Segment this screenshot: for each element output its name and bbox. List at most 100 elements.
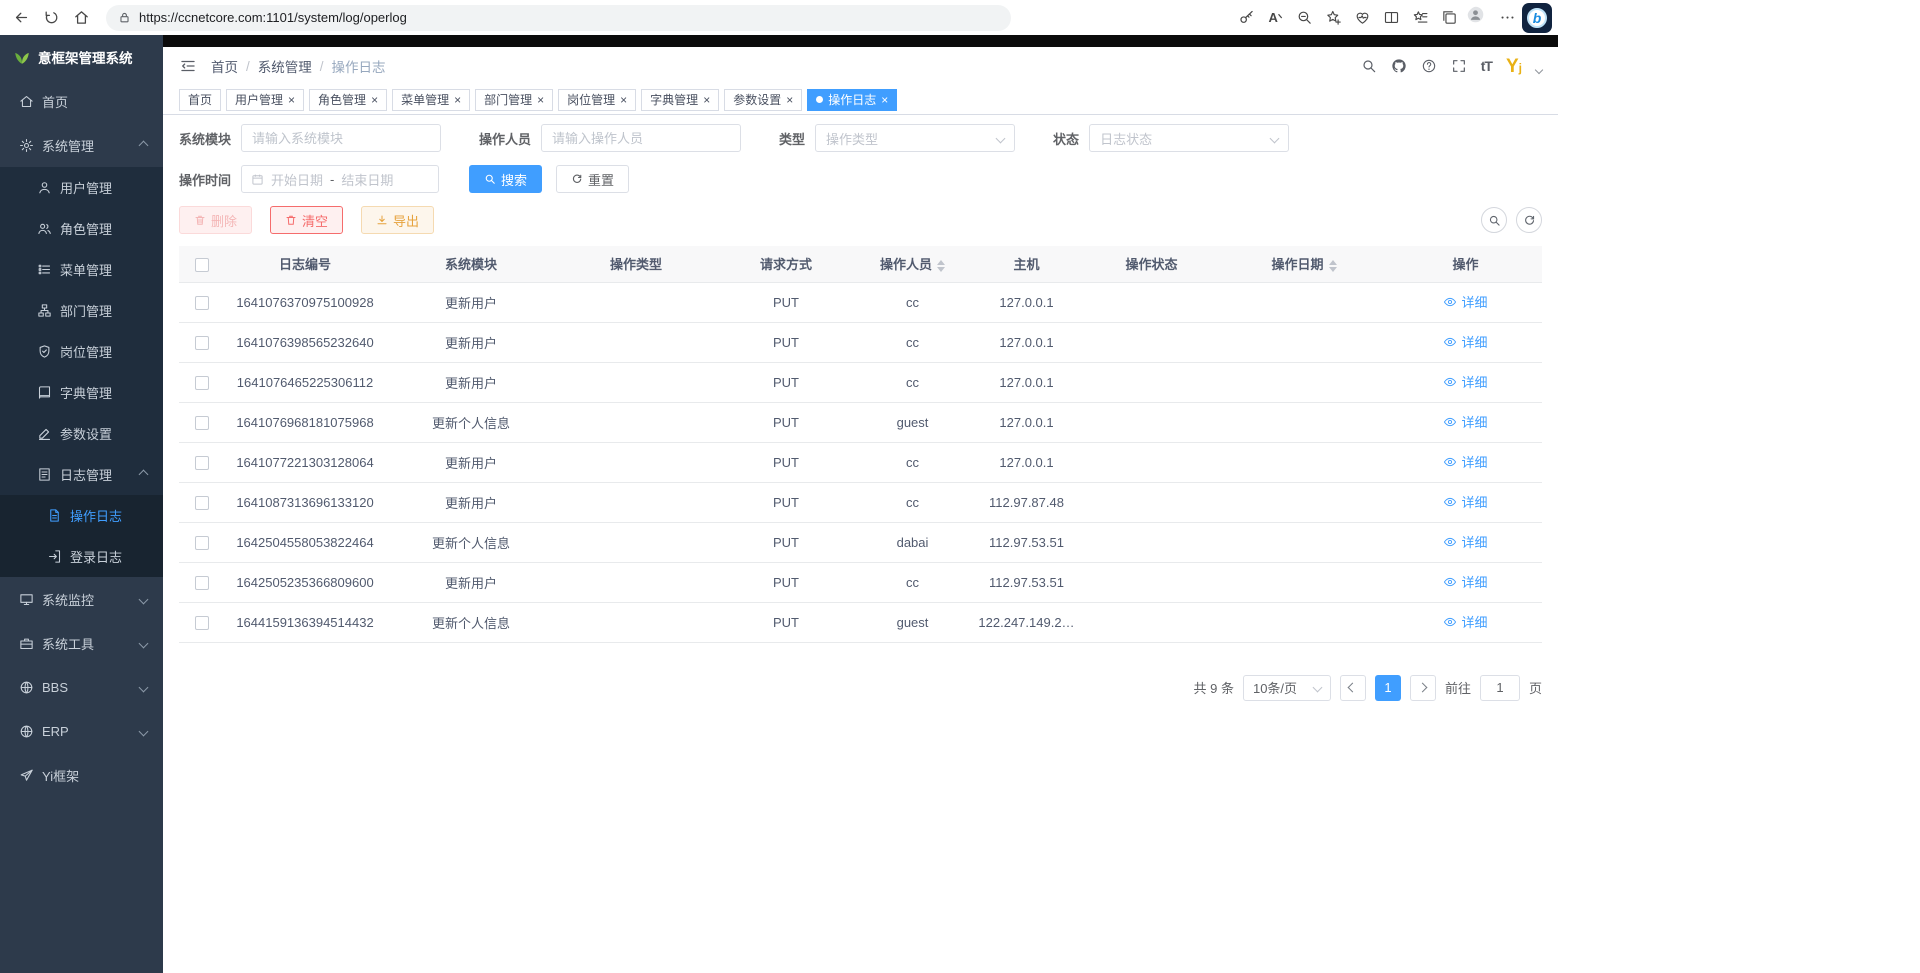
goto-page-input[interactable] bbox=[1480, 675, 1520, 701]
sidebar-toggle-icon[interactable] bbox=[179, 57, 197, 75]
more-options-icon[interactable] bbox=[1493, 3, 1522, 33]
search-button[interactable]: 搜索 bbox=[469, 165, 542, 193]
row-checkbox[interactable] bbox=[195, 296, 209, 310]
tab-operlog[interactable]: 操作日志× bbox=[807, 89, 897, 111]
password-key-icon[interactable] bbox=[1232, 3, 1261, 33]
row-checkbox[interactable] bbox=[195, 336, 209, 350]
col-operator[interactable]: 操作人员 bbox=[856, 246, 969, 282]
row-checkbox[interactable] bbox=[195, 576, 209, 590]
page-size-select[interactable]: 10条/页 bbox=[1243, 675, 1331, 701]
sidebar-item-monitor[interactable]: 系统监控 bbox=[0, 577, 163, 621]
operator-input[interactable] bbox=[541, 124, 741, 152]
row-checkbox[interactable] bbox=[195, 616, 209, 630]
font-size-icon[interactable]: tT bbox=[1481, 58, 1492, 74]
breadcrumb-item[interactable]: 系统管理 bbox=[258, 56, 312, 76]
sidebar-item-param[interactable]: 参数设置 bbox=[0, 413, 163, 454]
prev-page-button[interactable] bbox=[1340, 675, 1366, 701]
sidebar-item-home[interactable]: 首页 bbox=[0, 79, 163, 123]
row-checkbox[interactable] bbox=[195, 456, 209, 470]
user-avatar[interactable]: Yj bbox=[1506, 57, 1522, 76]
fullscreen-icon[interactable] bbox=[1451, 58, 1467, 74]
help-icon[interactable] bbox=[1421, 58, 1437, 74]
home-icon[interactable] bbox=[66, 3, 96, 33]
close-icon[interactable]: × bbox=[288, 94, 295, 106]
delete-button[interactable]: 删除 bbox=[179, 206, 252, 234]
detail-link[interactable]: 详细 bbox=[1443, 532, 1487, 551]
sidebar-item-yiframe[interactable]: Yi框架 bbox=[0, 753, 163, 797]
sidebar-item-bbs[interactable]: BBS bbox=[0, 665, 163, 709]
refresh-icon[interactable] bbox=[36, 3, 66, 33]
close-icon[interactable]: × bbox=[371, 94, 378, 106]
breadcrumb-item[interactable]: 首页 bbox=[211, 56, 238, 76]
close-icon[interactable]: × bbox=[786, 94, 793, 106]
sort-icon[interactable] bbox=[1329, 260, 1337, 272]
sidebar-item-erp[interactable]: ERP bbox=[0, 709, 163, 753]
close-icon[interactable]: × bbox=[703, 94, 710, 106]
close-icon[interactable]: × bbox=[620, 94, 627, 106]
sidebar-item-role[interactable]: 角色管理 bbox=[0, 208, 163, 249]
tab-dict[interactable]: 字典管理× bbox=[641, 89, 719, 111]
sidebar-item-dict[interactable]: 字典管理 bbox=[0, 372, 163, 413]
module-input[interactable] bbox=[241, 124, 441, 152]
clear-button[interactable]: 清空 bbox=[270, 206, 343, 234]
export-button[interactable]: 导出 bbox=[361, 206, 434, 234]
detail-link[interactable]: 详细 bbox=[1443, 452, 1487, 471]
sort-icon[interactable] bbox=[937, 260, 945, 272]
sidebar-item-post[interactable]: 岗位管理 bbox=[0, 331, 163, 372]
browser-essentials-icon[interactable] bbox=[1348, 3, 1377, 33]
detail-link[interactable]: 详细 bbox=[1443, 372, 1487, 391]
read-aloud-icon[interactable]: Aᐠ bbox=[1261, 3, 1290, 33]
detail-link[interactable]: 详细 bbox=[1443, 492, 1487, 511]
row-checkbox[interactable] bbox=[195, 416, 209, 430]
copilot-bing-icon[interactable]: b bbox=[1522, 3, 1552, 33]
close-icon[interactable]: × bbox=[537, 94, 544, 106]
sidebar-item-system[interactable]: 系统管理 bbox=[0, 123, 163, 167]
next-page-button[interactable] bbox=[1410, 675, 1436, 701]
sidebar-item-log[interactable]: 日志管理 bbox=[0, 454, 163, 495]
reset-button[interactable]: 重置 bbox=[556, 165, 629, 193]
close-icon[interactable]: × bbox=[454, 94, 461, 106]
select-all-checkbox[interactable] bbox=[195, 258, 209, 272]
add-favorite-icon[interactable] bbox=[1319, 3, 1348, 33]
row-checkbox[interactable] bbox=[195, 496, 209, 510]
row-checkbox[interactable] bbox=[195, 376, 209, 390]
col-date[interactable]: 操作日期 bbox=[1219, 246, 1389, 282]
date-range-picker[interactable]: 开始日期 - 结束日期 bbox=[241, 165, 439, 193]
chevron-up-icon bbox=[139, 470, 149, 480]
refresh-table-button[interactable] bbox=[1516, 207, 1542, 233]
detail-link[interactable]: 详细 bbox=[1443, 412, 1487, 431]
favorites-icon[interactable] bbox=[1406, 3, 1435, 33]
detail-link[interactable]: 详细 bbox=[1443, 572, 1487, 591]
status-select[interactable]: 日志状态 bbox=[1089, 124, 1289, 152]
toggle-search-button[interactable] bbox=[1481, 207, 1507, 233]
row-checkbox[interactable] bbox=[195, 536, 209, 550]
tab-home[interactable]: 首页 bbox=[179, 89, 221, 111]
app-logo[interactable]: 意框架管理系统 bbox=[0, 35, 163, 79]
profile-avatar[interactable] bbox=[1464, 3, 1493, 33]
sidebar-item-loginlog[interactable]: 登录日志 bbox=[0, 536, 163, 577]
tab-dept[interactable]: 部门管理× bbox=[475, 89, 553, 111]
tab-role[interactable]: 角色管理× bbox=[309, 89, 387, 111]
sidebar-item-dept[interactable]: 部门管理 bbox=[0, 290, 163, 331]
tab-post[interactable]: 岗位管理× bbox=[558, 89, 636, 111]
sidebar-item-operlog[interactable]: 操作日志 bbox=[0, 495, 163, 536]
search-icon[interactable] bbox=[1361, 58, 1377, 74]
current-page[interactable]: 1 bbox=[1375, 675, 1401, 701]
detail-link[interactable]: 详细 bbox=[1443, 612, 1487, 631]
tab-param[interactable]: 参数设置× bbox=[724, 89, 802, 111]
sidebar-item-tools[interactable]: 系统工具 bbox=[0, 621, 163, 665]
back-icon[interactable] bbox=[6, 3, 36, 33]
zoom-out-icon[interactable] bbox=[1290, 3, 1319, 33]
detail-link[interactable]: 详细 bbox=[1443, 292, 1487, 311]
collections-icon[interactable] bbox=[1435, 3, 1464, 33]
github-icon[interactable] bbox=[1391, 58, 1407, 74]
tab-user[interactable]: 用户管理× bbox=[226, 89, 304, 111]
tab-menu[interactable]: 菜单管理× bbox=[392, 89, 470, 111]
split-screen-icon[interactable] bbox=[1377, 3, 1406, 33]
detail-link[interactable]: 详细 bbox=[1443, 332, 1487, 351]
sidebar-item-menu[interactable]: 菜单管理 bbox=[0, 249, 163, 290]
address-bar[interactable]: https://ccnetcore.com:1101/system/log/op… bbox=[106, 5, 1011, 31]
type-select[interactable]: 操作类型 bbox=[815, 124, 1015, 152]
sidebar-item-user[interactable]: 用户管理 bbox=[0, 167, 163, 208]
close-icon[interactable]: × bbox=[881, 94, 888, 106]
